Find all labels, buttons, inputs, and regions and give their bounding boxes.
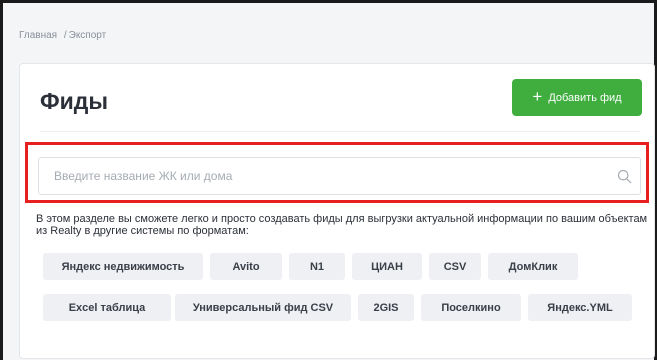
- format-tag-yandex-realty[interactable]: Яндекс недвижимость: [43, 253, 203, 280]
- breadcrumb: Главная / Экспорт: [19, 30, 106, 41]
- format-tag-avito[interactable]: Avito: [210, 253, 282, 280]
- section-description: В этом разделе вы сможете легко и просто…: [36, 213, 648, 237]
- page-title: Фиды: [40, 88, 109, 114]
- search-input[interactable]: [39, 158, 640, 194]
- breadcrumb-home[interactable]: Главная: [19, 30, 57, 41]
- breadcrumb-current: Экспорт: [68, 30, 107, 41]
- search-box: [38, 157, 641, 195]
- format-tag-poselkino[interactable]: Поселкино: [421, 294, 521, 321]
- format-tag-domclick[interactable]: ДомКлик: [488, 253, 578, 280]
- format-tag-n1[interactable]: N1: [289, 253, 345, 280]
- feeds-card: Фиды + Добавить фид В этом разделе вы см…: [19, 63, 655, 359]
- app-frame: Главная /Экспорт Фиды + Добавить фид В э…: [0, 0, 657, 360]
- format-tag-universal-csv[interactable]: Универсальный фид CSV: [175, 294, 351, 321]
- format-tag-excel[interactable]: Excel таблица: [43, 294, 171, 321]
- add-feed-label: Добавить фид: [548, 91, 622, 104]
- format-tag-csv[interactable]: CSV: [429, 253, 481, 280]
- search-icon[interactable]: [617, 169, 632, 184]
- format-tag-cian[interactable]: ЦИАН: [352, 253, 422, 280]
- breadcrumb-separator: /: [63, 30, 67, 41]
- format-tag-2gis[interactable]: 2GIS: [358, 294, 414, 321]
- plus-icon: +: [532, 87, 543, 106]
- header-divider: [40, 131, 640, 132]
- format-tag-yandex-yml[interactable]: Яндекс.YML: [528, 294, 632, 321]
- add-feed-button[interactable]: + Добавить фид: [512, 79, 642, 116]
